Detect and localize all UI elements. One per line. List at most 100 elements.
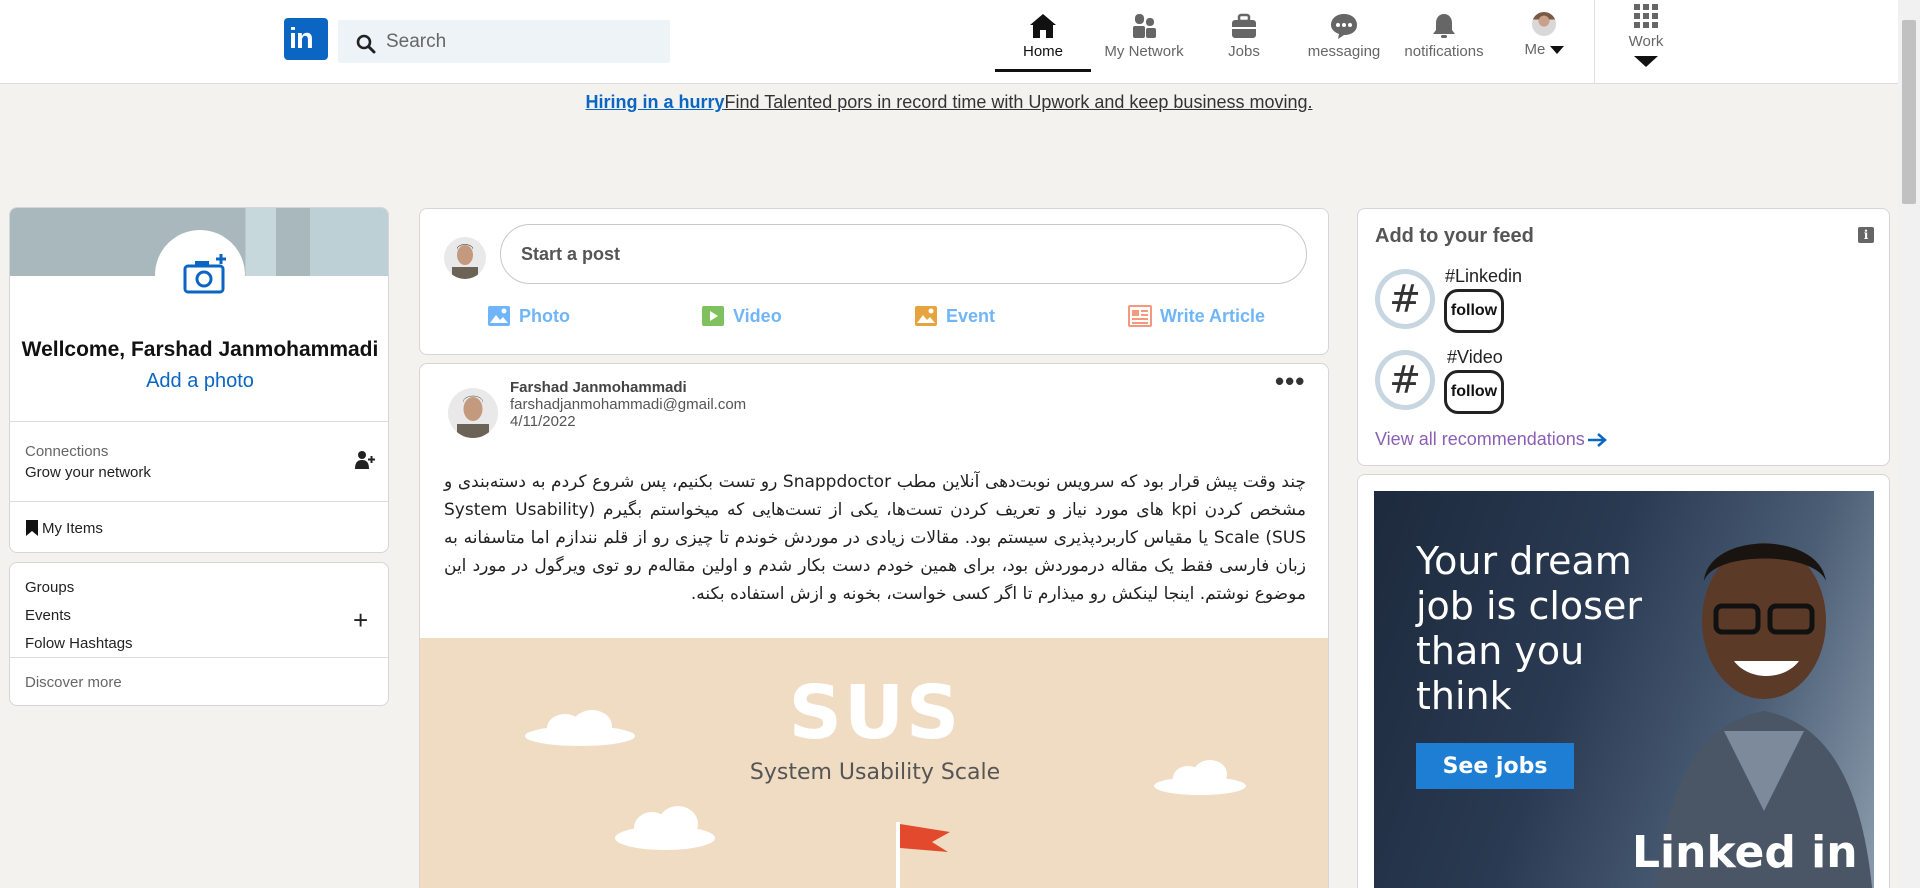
add-event-icon[interactable]: + (353, 605, 368, 636)
image-title: SUS (788, 670, 962, 756)
caret-down-icon (1634, 56, 1658, 67)
message-bubble-icon (1331, 14, 1357, 39)
camera-add-icon (183, 254, 226, 294)
photo-button[interactable]: Photo (487, 305, 570, 327)
write-article-button[interactable]: Write Article (1128, 305, 1265, 327)
briefcase-icon (1232, 13, 1256, 38)
page-scrollbar[interactable] (1898, 0, 1920, 888)
nav-notifications[interactable]: notifications (1398, 12, 1490, 68)
nav-my-network[interactable]: My Network (1098, 12, 1190, 68)
view-all-recommendations-link[interactable]: View all recommendations (1375, 429, 1607, 450)
nav-me-label: Me (1524, 41, 1546, 58)
follow-hashtags-link[interactable]: Folow Hashtags (25, 635, 133, 652)
start-post-button[interactable]: Start a post (500, 224, 1307, 284)
discover-more-link[interactable]: Discover more (25, 674, 122, 691)
bookmark-icon (26, 520, 38, 536)
profile-card: Wellcome, Farshad Janmohammadi Add a pho… (9, 207, 389, 553)
my-items-link[interactable]: My Items (25, 519, 103, 537)
nav-home[interactable]: Home (995, 12, 1091, 72)
nav-work-label: Work (1628, 33, 1664, 50)
avatar[interactable] (448, 388, 498, 438)
job-ad-card: Your dream job is closer than you think … (1357, 474, 1890, 888)
nav-jobs-label: Jobs (1228, 43, 1260, 60)
nav-home-label: Home (1022, 43, 1063, 60)
follow-button[interactable]: follow (1444, 370, 1504, 414)
promo-text[interactable]: Find Talented pors in record time with U… (725, 92, 1313, 112)
add-to-feed-card: Add to your feed i # #Linkedin follow # … (1357, 208, 1890, 466)
promo-banner: Hiring in a hurryFind Talented pors in r… (0, 92, 1898, 113)
communities-card: Groups Events + Folow Hashtags Discover … (9, 562, 389, 706)
nav-me-menu[interactable]: Me (1514, 12, 1574, 68)
promo-link[interactable]: Hiring in a hurry (586, 92, 725, 112)
events-link[interactable]: Events (25, 607, 71, 624)
video-button[interactable]: Video .share-action[data-name="video-but… (701, 305, 782, 327)
linkedin-brand-logo: Linked in (1632, 827, 1858, 878)
more-options-icon[interactable]: ••• (1275, 366, 1305, 397)
my-items-label: My Items (42, 519, 103, 537)
groups-link[interactable]: Groups (25, 579, 74, 596)
hashtag-icon: # (1380, 274, 1430, 324)
hashtag-icon: # (1380, 355, 1430, 405)
event-label: Event (946, 305, 996, 326)
add-photo-link[interactable]: Add a photo (10, 370, 388, 393)
video-icon (702, 306, 724, 326)
video-label: Video (733, 305, 782, 326)
caret-down-icon (1549, 46, 1564, 55)
info-icon[interactable]: i (1858, 227, 1874, 243)
profile-photo-placeholder[interactable] (155, 230, 245, 320)
job-ad-headline: Your dream job is closer than you think (1416, 539, 1642, 718)
scrollbar-thumb[interactable] (1902, 20, 1916, 204)
image-subtitle: System Usability Scale (749, 760, 1001, 785)
post-image[interactable]: SUS System Usability Scale (420, 638, 1328, 888)
nav-divider (1594, 0, 1595, 84)
search-box[interactable] (338, 20, 670, 63)
article-icon (1128, 305, 1152, 327)
nav-notifications-label: notifications (1404, 43, 1484, 60)
nav-work[interactable]: Work (1618, 2, 1674, 67)
connections-label[interactable]: Connections (25, 443, 108, 460)
divider (10, 421, 388, 422)
see-jobs-button[interactable]: See jobs (1416, 743, 1574, 789)
feed-item-name[interactable]: #Linkedin (1445, 266, 1522, 287)
post-body-text: چند وقت پیش قرار بود که سرویس نوبت‌دهی آ… (444, 472, 1306, 604)
add-person-icon[interactable] (355, 450, 375, 470)
flag-icon (896, 822, 950, 888)
avatar (444, 237, 486, 279)
divider (10, 501, 388, 502)
linkedin-logo[interactable]: in (284, 18, 328, 60)
feed-post: Farshad Janmohammadi farshadjanmohammadi… (419, 363, 1329, 888)
post-author-name[interactable]: Farshad Janmohammadi (510, 379, 687, 396)
logo-text: in (289, 23, 314, 55)
arrow-right-icon (1587, 432, 1607, 447)
post-author-email: farshadjanmohammadi@gmail.com (510, 396, 747, 413)
bell-icon (1433, 14, 1455, 38)
feed-item-name[interactable]: #Video (1447, 347, 1503, 368)
nav-network-label: My Network (1104, 43, 1184, 60)
top-navigation-bar: in Home My Network Jobs (0, 0, 1898, 84)
welcome-heading: Wellcome, Farshad Janmohammadi (21, 338, 379, 361)
job-ad-image[interactable]: Your dream job is closer than you think … (1374, 491, 1874, 888)
search-icon (356, 34, 376, 54)
divider (10, 657, 388, 658)
view-all-label: View all recommendations (1375, 429, 1585, 449)
search-input[interactable] (386, 20, 656, 63)
follow-button[interactable]: follow (1444, 289, 1504, 333)
hashtag-avatar: # (1375, 269, 1435, 329)
hashtag-avatar: # (1375, 350, 1435, 410)
grid-icon (1634, 4, 1658, 28)
write-article-label: Write Article (1160, 305, 1266, 326)
home-icon (1030, 14, 1056, 38)
nav-jobs[interactable]: Jobs (1210, 12, 1278, 68)
share-box: Start a post Photo Video .share-action[d… (419, 208, 1329, 355)
cloud-decoration (615, 806, 715, 850)
add-to-feed-title: Add to your feed (1375, 225, 1534, 247)
avatar (1532, 12, 1556, 36)
post-date: 4/11/2022 (510, 413, 576, 430)
photo-icon (488, 306, 510, 326)
nav-messaging[interactable]: messaging (1296, 12, 1392, 68)
event-button[interactable]: Event (914, 305, 995, 327)
event-icon (915, 306, 937, 326)
people-icon (1133, 14, 1156, 38)
photo-label: Photo (519, 305, 570, 326)
grow-network-link[interactable]: Grow your network (25, 464, 151, 481)
